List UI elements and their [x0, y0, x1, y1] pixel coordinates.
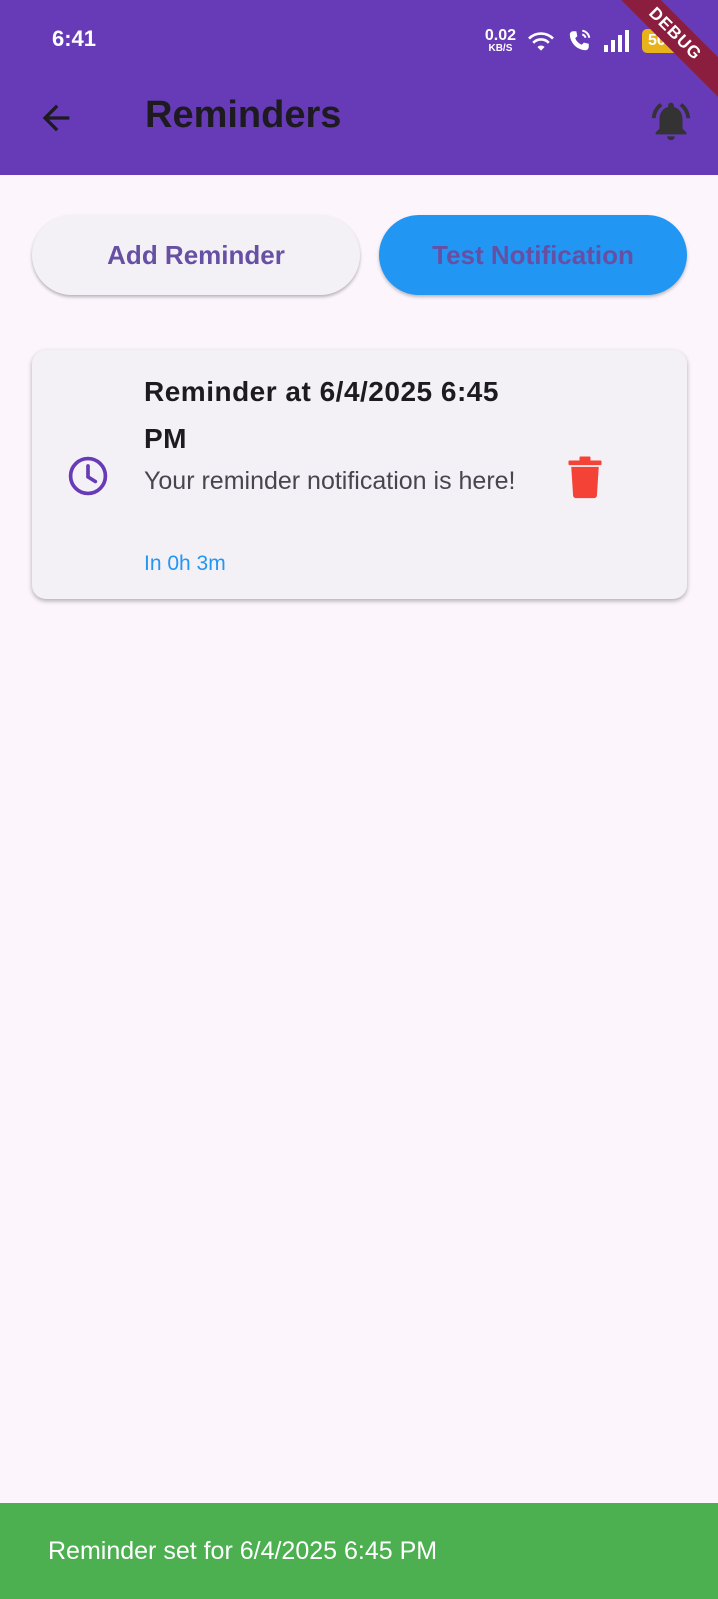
network-speed-unit: KB/S [488, 43, 513, 54]
clock-icon [68, 456, 108, 496]
wifi-icon [528, 32, 554, 51]
reminder-title: Reminder at 6/4/2025 6:45 PM [144, 376, 499, 454]
reminder-countdown: In 0h 3m [144, 552, 226, 575]
notifications-active-icon [651, 102, 691, 141]
reminder-card[interactable]: Reminder at 6/4/2025 6:45 PM Your remind… [32, 350, 687, 599]
arrow-back-icon [42, 104, 70, 132]
trash-icon [568, 456, 602, 499]
status-time: 6:41 [52, 26, 97, 51]
wifi-call-icon [569, 29, 591, 51]
reminder-body: Your reminder notification is here! [144, 467, 516, 495]
notifications-button[interactable] [644, 94, 698, 148]
status-icons: 0.02 KB/S 50 [485, 24, 678, 58]
test-notification-button[interactable]: Test Notification [379, 215, 687, 295]
add-reminder-button[interactable]: Add Reminder [32, 215, 360, 295]
delete-reminder-button[interactable] [560, 452, 610, 502]
network-speed: 0.02 KB/S [485, 28, 516, 54]
network-speed-value: 0.02 [484, 27, 516, 44]
back-button[interactable] [30, 92, 82, 144]
app-bar: 6:41 0.02 KB/S 50 DEBUG Reminders [0, 0, 718, 175]
signal-icon [604, 30, 629, 52]
page-title: Reminders [145, 94, 342, 136]
snackbar: Reminder set for 6/4/2025 6:45 PM [0, 1503, 718, 1599]
